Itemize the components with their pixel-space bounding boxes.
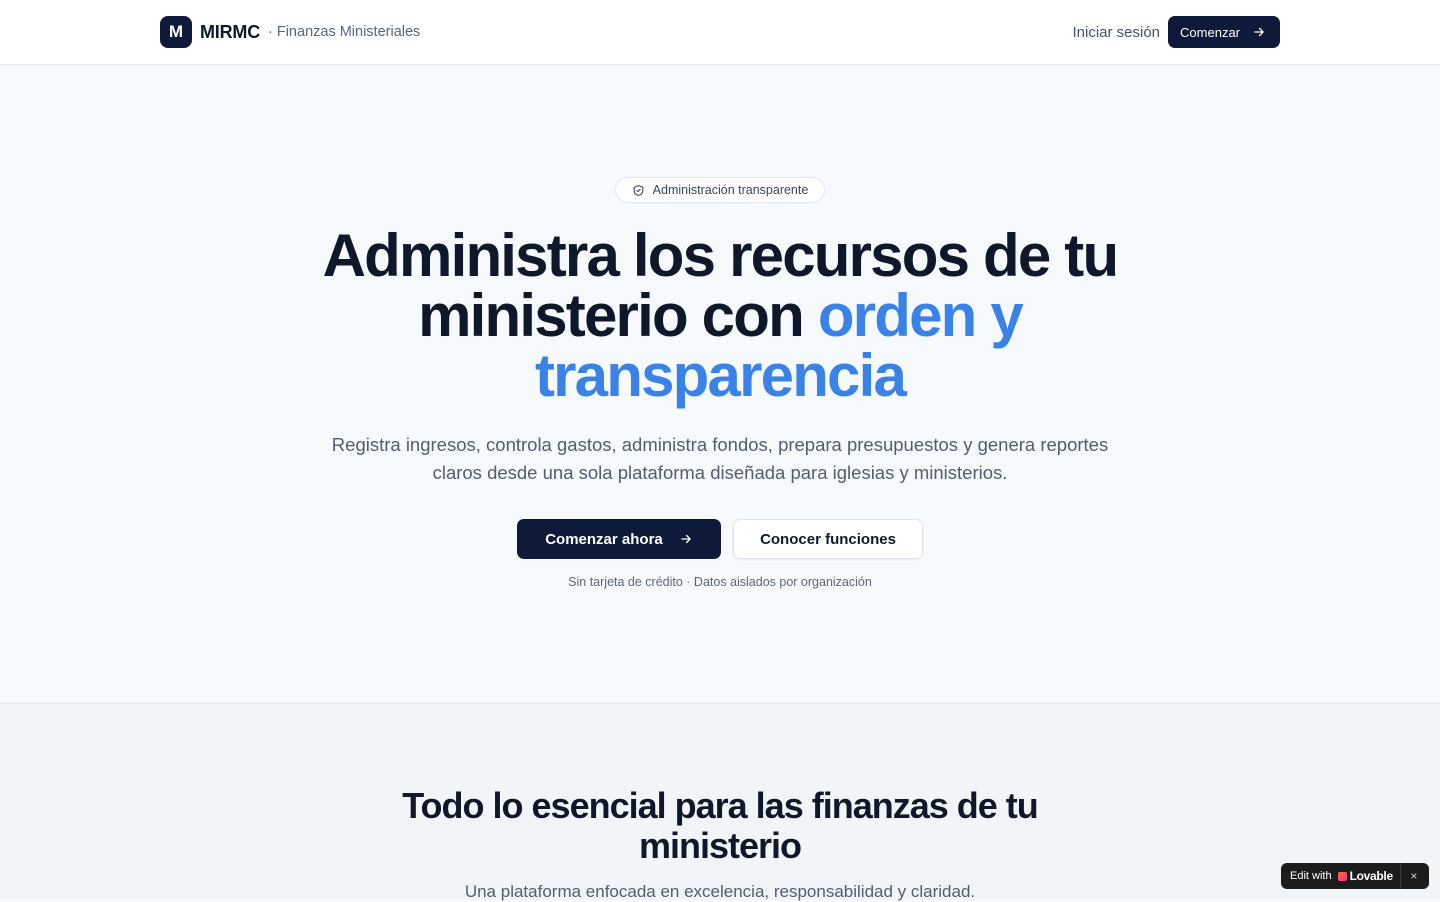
start-now-button[interactable]: Comenzar ahora [517, 519, 721, 559]
hero-cta-row: Comenzar ahora Conocer funciones [517, 519, 923, 559]
edit-with-label: Edit with [1290, 870, 1332, 882]
start-now-label: Comenzar ahora [545, 530, 663, 548]
lovable-logo: Lovable [1337, 869, 1394, 883]
hero-badge-label: Administración transparente [652, 183, 809, 197]
close-icon[interactable]: × [1401, 869, 1427, 883]
lovable-badge: Edit with Lovable × [1281, 863, 1429, 889]
arrow-right-icon [681, 534, 691, 544]
features-title: Todo lo esencial para las finanzas de tu… [402, 785, 1039, 866]
hero-subtitle: Registra ingresos, controla gastos, admi… [331, 434, 1109, 483]
brand-name: MIRMC [200, 21, 260, 42]
logo-mark: M [160, 16, 192, 48]
header-actions: Iniciar sesión Comenzar [1072, 16, 1280, 48]
shield-check-icon [633, 184, 644, 196]
start-button-label: Comenzar [1180, 24, 1240, 40]
features-subtitle: Una plataforma enfocada en excelencia, r… [464, 882, 976, 901]
lovable-heart-icon [1337, 871, 1347, 881]
hero-title: Administra los recursos de tu ministerio… [300, 226, 1140, 406]
arrow-right-icon [1254, 27, 1264, 37]
features-section: Todo lo esencial para las finanzas de tu… [0, 703, 1440, 901]
hero-badge: Administración transparente [615, 177, 825, 203]
start-button[interactable]: Comenzar [1168, 16, 1280, 48]
site-header: M MIRMC · Finanzas Ministeriales Iniciar… [0, 0, 1440, 65]
login-link[interactable]: Iniciar sesión [1072, 24, 1160, 41]
edit-with-lovable-link[interactable]: Edit with Lovable [1281, 869, 1393, 883]
learn-features-button[interactable]: Conocer funciones [733, 519, 923, 559]
hero-fineprint: Sin tarjeta de crédito · Datos aislados … [568, 575, 872, 589]
brand-subtitle: · Finanzas Ministeriales [268, 24, 421, 40]
brand[interactable]: M MIRMC · Finanzas Ministeriales [160, 16, 420, 48]
lovable-brand-name: Lovable [1349, 869, 1394, 883]
